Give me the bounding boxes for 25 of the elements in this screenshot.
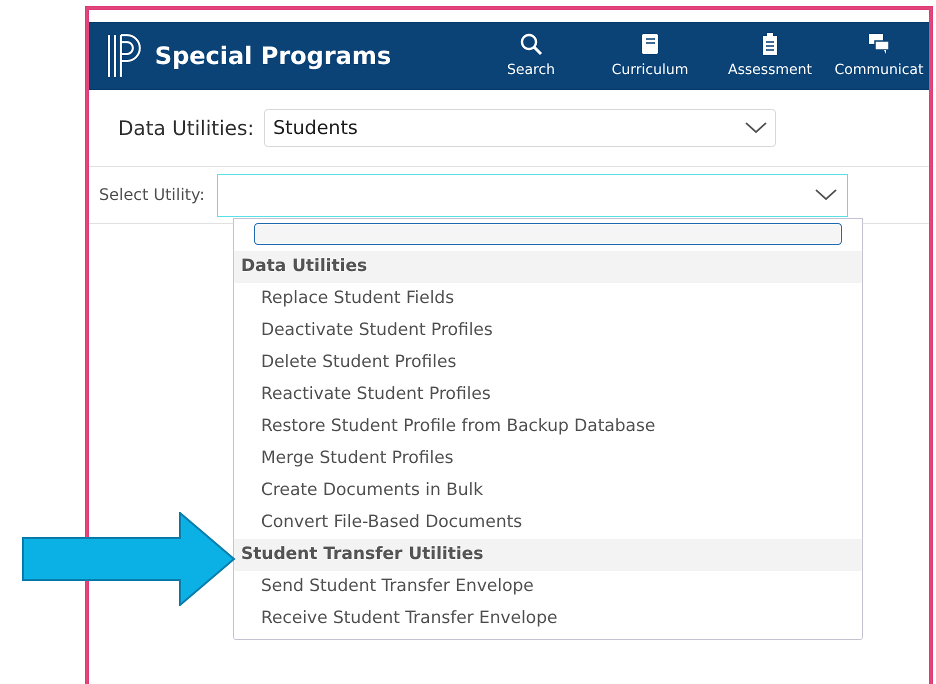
chat-bubbles-icon bbox=[867, 32, 891, 56]
students-dropdown[interactable]: Students bbox=[264, 109, 776, 147]
search-field[interactable] bbox=[254, 223, 842, 245]
chevron-down-icon bbox=[814, 189, 837, 201]
search-icon bbox=[519, 32, 543, 56]
app-title: Special Programs bbox=[154, 41, 392, 72]
menu-option[interactable]: Delete Student Profiles bbox=[234, 347, 862, 379]
menu-option[interactable]: Replace Student Fields bbox=[234, 283, 862, 315]
field-label: Data Utilities: bbox=[118, 115, 254, 142]
menu-option[interactable]: Reactivate Student Profiles bbox=[234, 379, 862, 411]
group-header: Student Transfer Utilities bbox=[234, 539, 862, 571]
nav-item[interactable]: Assessment bbox=[711, 32, 829, 80]
nav-item[interactable]: Search bbox=[473, 32, 589, 80]
menu-option[interactable]: Restore Student Profile from Backup Database bbox=[234, 411, 862, 443]
menu-option[interactable]: Deactivate Student Profiles bbox=[234, 315, 862, 347]
menu-option[interactable]: Convert File-Based Documents bbox=[234, 507, 862, 539]
chevron-down-icon bbox=[745, 122, 768, 134]
menu-option[interactable]: Create Documents in Bulk bbox=[234, 475, 862, 507]
menu-option[interactable]: Receive Student Transfer Envelope bbox=[234, 603, 862, 635]
nav-item[interactable]: Communicat bbox=[829, 32, 929, 80]
menu-option[interactable]: Send Student Transfer Envelope bbox=[234, 571, 862, 603]
field-label: Select Utility: bbox=[99, 184, 205, 206]
menu-option[interactable]: Merge Student Profiles bbox=[234, 443, 862, 475]
nav-item[interactable]: Curriculum bbox=[589, 32, 711, 80]
group-header: Data Utilities bbox=[234, 251, 862, 283]
